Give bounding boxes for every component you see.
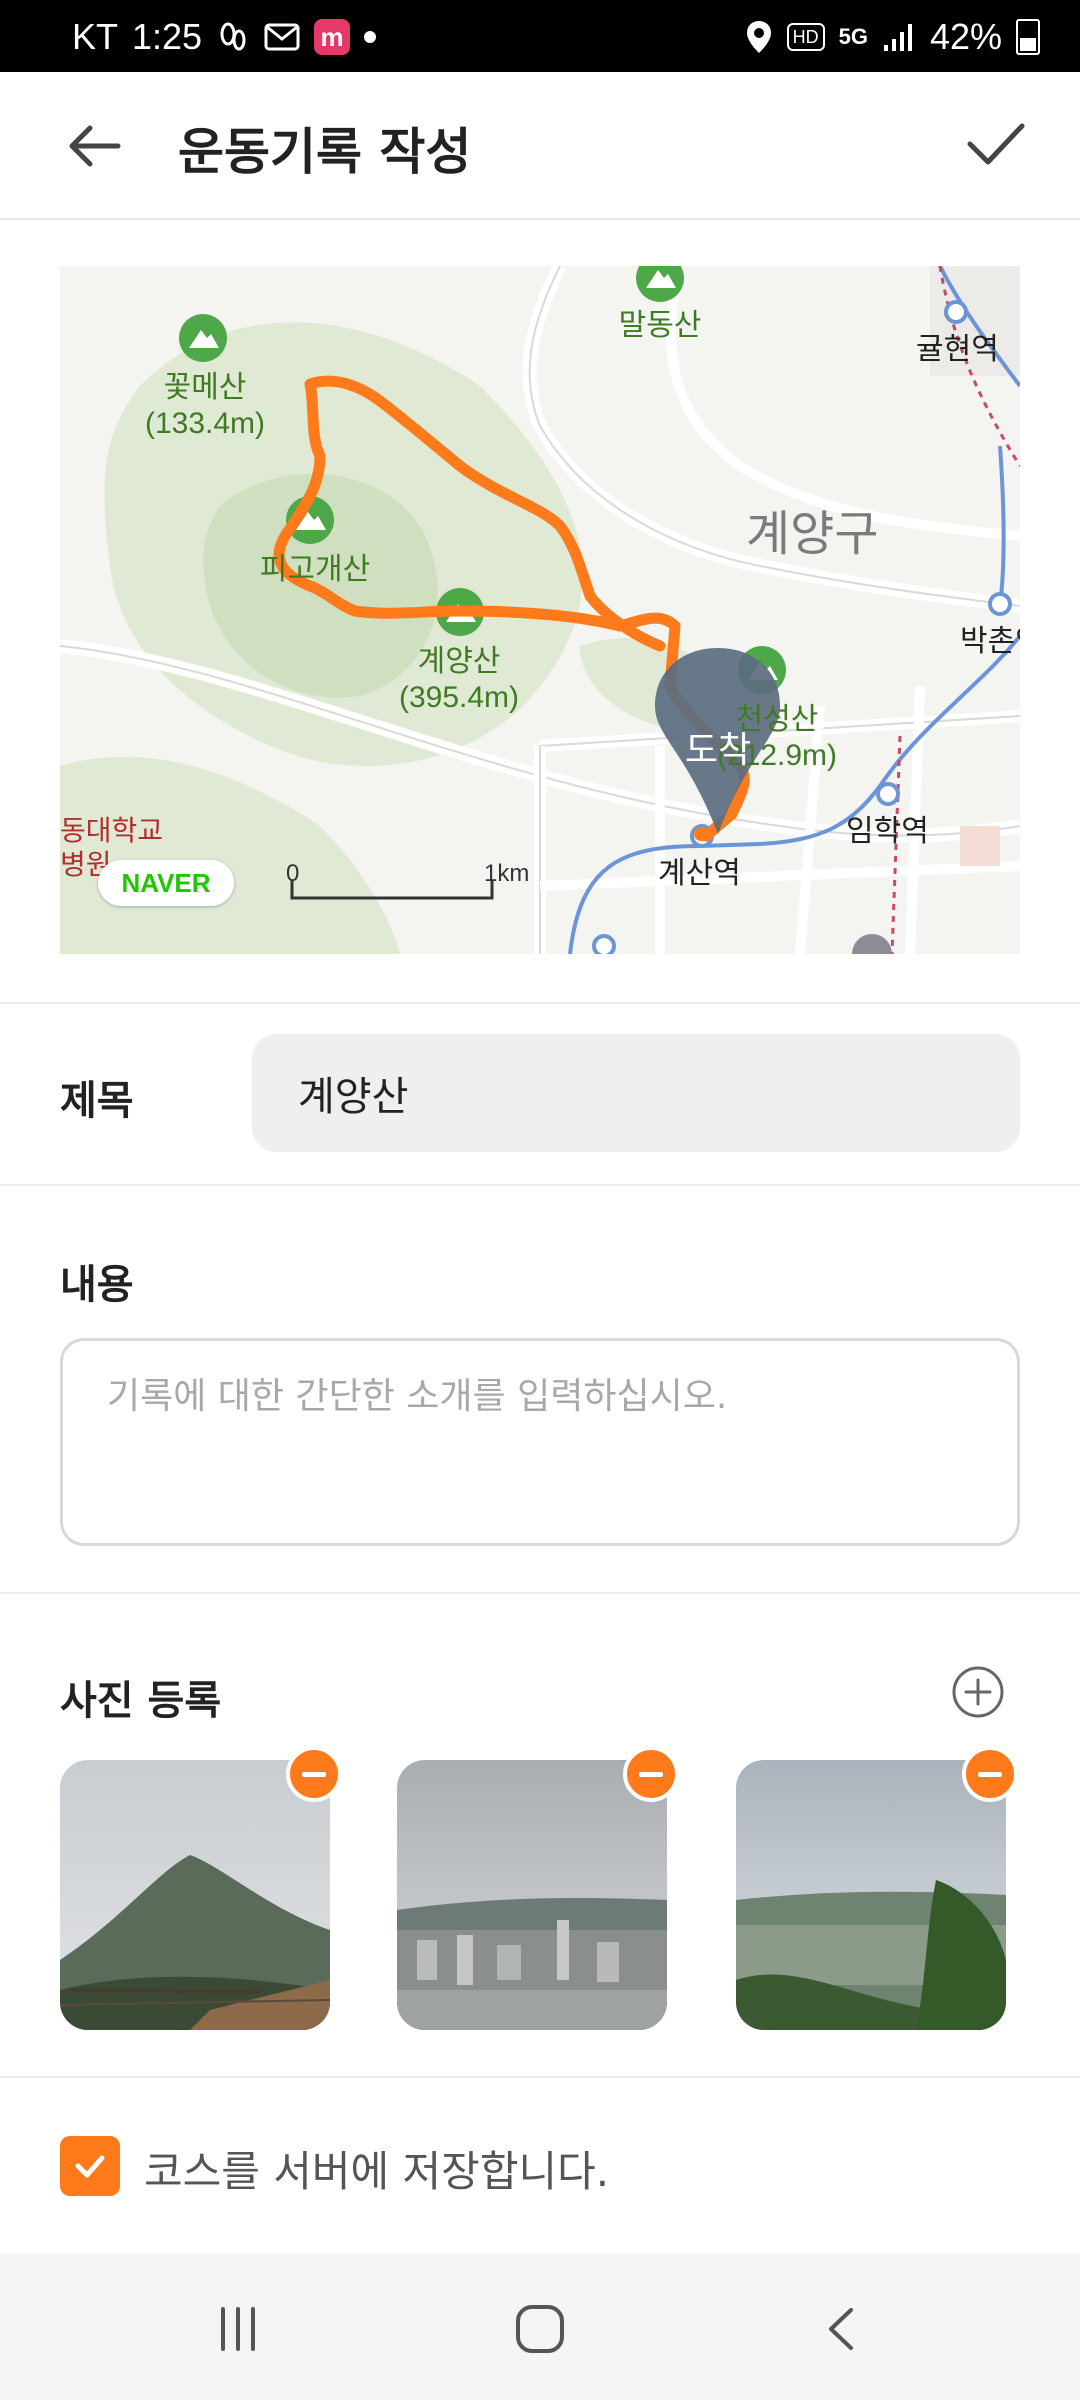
- hd-icon: HD: [786, 23, 825, 51]
- mail-icon: [264, 23, 300, 51]
- more-notifications-icon: [364, 31, 377, 43]
- scale-start: 0: [286, 860, 300, 887]
- station-label: 박촌역: [960, 625, 1020, 658]
- arrival-label: 도착: [684, 729, 752, 770]
- plus-circle-icon: [952, 1666, 1004, 1718]
- peak-label: 꽃메산 (133.4m): [144, 371, 266, 440]
- photo-thumbnail[interactable]: [60, 1760, 330, 2030]
- divider: [0, 2076, 1080, 2078]
- footprint-icon: [216, 20, 250, 54]
- peak-marker-icon: [179, 314, 227, 362]
- photo-mountain: [60, 1760, 330, 2030]
- add-photo-button[interactable]: [950, 1664, 1006, 1720]
- content-textarea[interactable]: 기록에 대한 간단한 소개를 입력하십시오.: [60, 1338, 1020, 1546]
- photo-thumbnail[interactable]: [736, 1760, 1006, 2030]
- location-icon: [745, 19, 773, 55]
- peak-label: 말동산: [618, 309, 702, 342]
- content-label: 내용: [60, 1262, 134, 1308]
- status-bar: KT 1:25 m HD 5G 42%: [0, 0, 1080, 72]
- photo-thumbnail[interactable]: [397, 1760, 667, 2030]
- recent-apps-icon: [221, 2307, 255, 2351]
- photo-city: [397, 1760, 667, 2030]
- app-notification-icon: m: [314, 19, 351, 55]
- carrier-label: KT: [72, 16, 119, 57]
- station-label: 귤현역: [916, 333, 999, 366]
- battery-icon: [1016, 19, 1040, 55]
- confirm-button[interactable]: [960, 114, 1030, 174]
- system-nav-bar: [0, 2254, 1080, 2400]
- signal-icon: [882, 21, 916, 53]
- divider: [0, 1592, 1080, 1594]
- minus-icon: [978, 1771, 1002, 1777]
- remove-photo-button[interactable]: [286, 1746, 342, 1802]
- divider: [0, 1002, 1080, 1004]
- station-label: 임학역: [846, 815, 929, 848]
- back-arrow-icon: [69, 125, 121, 167]
- peak-label: 피고개산: [259, 553, 371, 586]
- save-course-checkbox[interactable]: [60, 2136, 120, 2196]
- peak-label: 계양산 (395.4m): [398, 645, 520, 714]
- minus-icon: [302, 1771, 326, 1777]
- battery-percent: 42%: [929, 16, 1002, 57]
- home-icon: [516, 2305, 564, 2353]
- save-course-label[interactable]: 코스를 서버에 저장합니다.: [144, 2138, 609, 2199]
- title-label: 제목: [60, 1078, 134, 1124]
- page-title: 운동기록 작성: [178, 123, 472, 181]
- divider: [0, 1184, 1080, 1186]
- photos-label: 사진 등록: [60, 1678, 222, 1724]
- title-input[interactable]: 계양산: [252, 1034, 1020, 1152]
- checkmark-icon: [75, 2155, 105, 2178]
- naver-logo: NAVER: [98, 860, 234, 906]
- title-value: 계양산: [298, 1074, 409, 1120]
- remove-photo-button[interactable]: [623, 1746, 679, 1802]
- chevron-left-icon: [829, 2308, 853, 2350]
- checkmark-icon: [967, 123, 1025, 165]
- content-placeholder: 기록에 대한 간단한 소개를 입력하십시오.: [107, 1376, 728, 1417]
- remove-photo-button[interactable]: [962, 1746, 1018, 1802]
- station-label: 계산역: [658, 857, 741, 890]
- clock: 1:25: [132, 16, 203, 57]
- recent-apps-button[interactable]: [198, 2294, 278, 2364]
- system-back-button[interactable]: [802, 2294, 882, 2364]
- minus-icon: [639, 1771, 663, 1777]
- scale-end: 1km: [484, 860, 530, 887]
- district-label: 계양구: [746, 508, 879, 561]
- app-bar: 운동기록 작성: [0, 72, 1080, 220]
- route-map[interactable]: 꽃메산 (133.4m) 말동산 피고개산 계양산 (395.4m) 천성산 (212…: [60, 266, 1020, 954]
- photo-valley: [736, 1760, 1006, 2030]
- back-button[interactable]: [60, 116, 140, 176]
- home-button[interactable]: [500, 2294, 580, 2364]
- network-type: 5G: [838, 24, 868, 49]
